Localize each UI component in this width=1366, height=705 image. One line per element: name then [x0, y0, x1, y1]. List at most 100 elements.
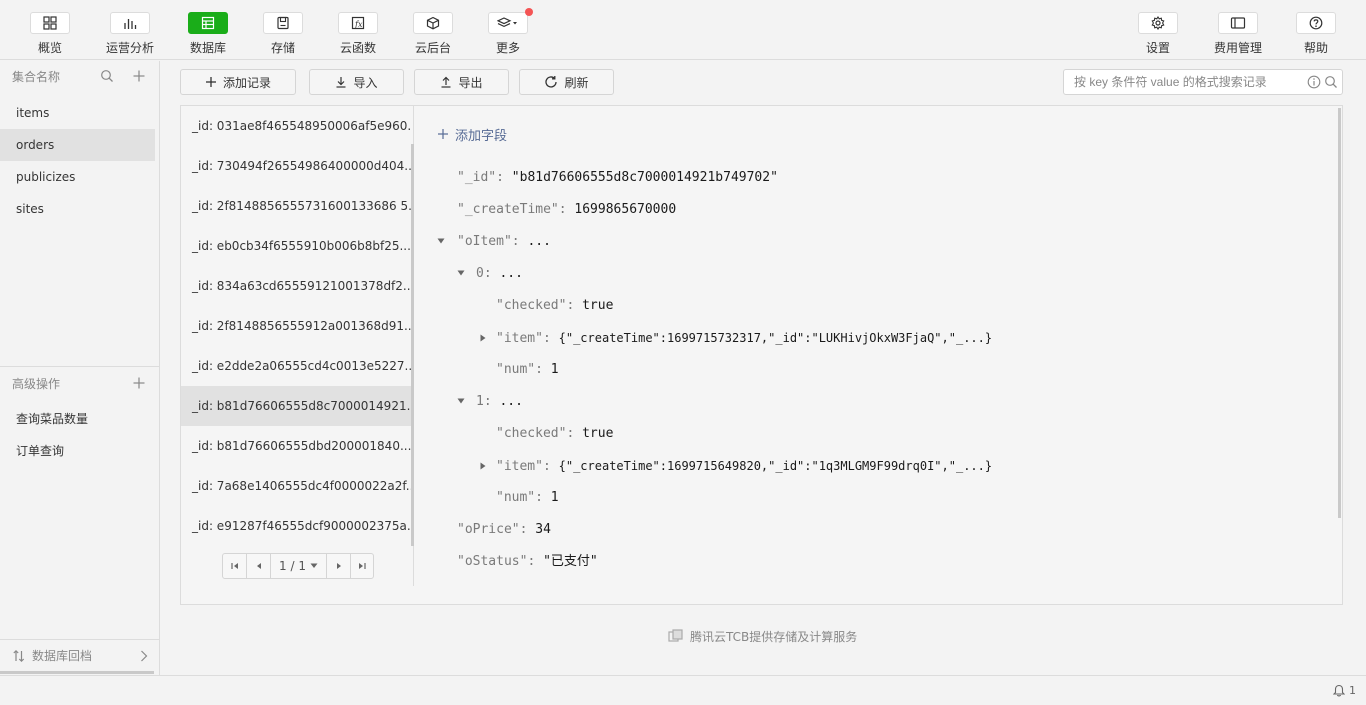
field-oitem[interactable]: "oItem": ... [457, 232, 551, 252]
record-row[interactable]: _id: 7a68e1406555dc4f0000022a2f... [181, 466, 411, 506]
export-button[interactable]: 导出 [414, 69, 509, 95]
field-key: "item": [496, 331, 551, 346]
collection-item-items[interactable]: items [0, 97, 155, 129]
prev-page-icon[interactable] [247, 554, 271, 578]
record-row-selected[interactable]: _id: b81d76606555d8c7000014921... [181, 386, 411, 426]
pagination: 1 / 1 [222, 553, 374, 579]
record-row[interactable]: _id: e2dde2a06555cd4c0013e5227... [181, 346, 411, 386]
add-field-button[interactable]: 添加字段 [437, 124, 507, 144]
record-search-input[interactable] [1064, 70, 1300, 94]
upload-icon [440, 76, 452, 88]
advanced-item-dish-count[interactable]: 查询菜品数量 [0, 403, 159, 435]
import-label: 导入 [353, 75, 378, 90]
analytics-icon [110, 12, 150, 34]
toolbar-overview-button[interactable]: 概览 [30, 0, 70, 60]
toolbar-label: 设置 [1145, 41, 1170, 55]
record-row[interactable]: _id: eb0cb34f6555910b006b8bf25... [181, 226, 411, 266]
field-key: "oStatus": [457, 554, 536, 569]
page-select[interactable]: 1 / 1 [271, 554, 327, 578]
chevron-down-icon [310, 563, 318, 568]
toolbar-billing-button[interactable]: 费用管理 [1212, 0, 1264, 60]
first-page-icon[interactable] [223, 554, 247, 578]
collapse-triangle-icon[interactable] [478, 461, 488, 471]
record-row[interactable]: _id: 031ae8f465548950006af5e960... [181, 106, 411, 146]
field-value: true [582, 426, 614, 441]
collection-item-publicizes[interactable]: publicizes [0, 161, 155, 193]
collection-item-sites[interactable]: sites [0, 193, 155, 225]
advanced-title: 高级操作 [12, 376, 61, 391]
record-row[interactable]: _id: e91287f46555dcf9000002375a... [181, 506, 411, 546]
expand-triangle-icon[interactable] [436, 236, 446, 246]
info-icon[interactable] [1307, 75, 1321, 89]
service-footer: 腾讯云TCB提供存储及计算服务 [668, 627, 857, 645]
field-value: ... [499, 266, 523, 281]
expand-triangle-icon[interactable] [456, 396, 466, 406]
toolbar-cloud-backend-button[interactable]: 云后台 [412, 0, 454, 60]
field-key: "num": [496, 490, 543, 505]
add-advanced-icon[interactable] [131, 375, 147, 391]
field-value: ... [527, 234, 551, 249]
field-num[interactable]: "num": 1 [496, 360, 559, 380]
collapse-triangle-icon[interactable] [478, 333, 488, 343]
refresh-label: 刷新 [564, 75, 589, 90]
expand-triangle-icon[interactable] [456, 268, 466, 278]
toolbar-database-button[interactable]: 数据库 [187, 0, 229, 60]
record-list: _id: 031ae8f465548950006af5e960... _id: … [181, 106, 414, 586]
field-ostatus[interactable]: "oStatus": "已支付" [457, 552, 598, 572]
toolbar-settings-button[interactable]: 设置 [1138, 0, 1178, 60]
record-row[interactable]: _id: 834a63cd65559121001378df2... [181, 266, 411, 306]
overview-icon [30, 12, 70, 34]
refresh-button[interactable]: 刷新 [519, 69, 614, 95]
layers-icon [488, 8, 533, 34]
field-value: "b81d76606555d8c7000014921b749702" [511, 170, 778, 185]
field-value: 1 [550, 362, 559, 377]
field-oitem-1[interactable]: 1: ... [476, 392, 523, 412]
toolbar-more-button[interactable]: 更多 [488, 0, 533, 60]
bell-icon [1333, 684, 1345, 697]
sort-icon [12, 649, 26, 663]
detail-scrollbar[interactable] [1338, 108, 1341, 518]
database-backup-link[interactable]: 数据库回档 [0, 639, 159, 671]
record-row[interactable]: _id: 2f8148856555912a001368d91... [181, 306, 411, 346]
import-button[interactable]: 导入 [309, 69, 404, 95]
field-oitem-0[interactable]: 0: ... [476, 264, 523, 284]
field-checked[interactable]: "checked": true [496, 424, 613, 444]
search-icon[interactable] [1324, 75, 1338, 89]
toolbar-function-button[interactable]: fx 云函数 [337, 0, 379, 60]
advanced-item-order-query[interactable]: 订单查询 [0, 435, 159, 467]
field-num[interactable]: "num": 1 [496, 488, 559, 508]
record-list-scrollbar[interactable] [411, 144, 414, 546]
plus-icon [205, 76, 217, 88]
last-page-icon[interactable] [351, 554, 373, 578]
refresh-icon [544, 75, 558, 89]
field-value: 1 [550, 490, 559, 505]
record-row[interactable]: _id: 730494f26554986400000d404... [181, 146, 411, 186]
field-oprice[interactable]: "oPrice": 34 [457, 520, 551, 540]
notification-indicator[interactable]: 1 [1333, 684, 1356, 697]
sidebar-scrollbar[interactable] [0, 671, 154, 674]
record-row[interactable]: _id: 2f8148856555731600133686 5... [181, 186, 411, 226]
collection-item-orders[interactable]: orders [0, 129, 155, 161]
notification-count: 1 [1349, 684, 1356, 697]
record-row[interactable]: _id: b81d76606555dbd200001840... [181, 426, 411, 466]
toolbar-label: 概览 [37, 41, 62, 55]
add-record-label: 添加记录 [222, 75, 271, 90]
toolbar-analytics-button[interactable]: 运营分析 [104, 0, 156, 60]
add-field-label: 添加字段 [455, 128, 508, 144]
advanced-section: 高级操作 查询菜品数量 订单查询 [0, 366, 159, 467]
add-collection-icon[interactable] [131, 68, 147, 84]
export-label: 导出 [458, 75, 483, 90]
search-icon[interactable] [99, 68, 115, 84]
toolbar-storage-button[interactable]: 存储 [262, 0, 304, 60]
next-page-icon[interactable] [327, 554, 351, 578]
field-id[interactable]: "_id": "b81d76606555d8c7000014921b749702… [457, 168, 778, 188]
field-item[interactable]: "item": {"_createTime":1699715649820,"_i… [496, 456, 992, 476]
field-item[interactable]: "item": {"_createTime":1699715732317,"_i… [496, 328, 992, 348]
toolbar-help-button[interactable]: 帮助 [1296, 0, 1336, 60]
collections-title: 集合名称 [12, 69, 61, 84]
field-createtime[interactable]: "_createTime": 1699865670000 [457, 200, 676, 220]
backup-label: 数据库回档 [32, 649, 93, 663]
add-record-button[interactable]: 添加记录 [180, 69, 296, 95]
field-checked[interactable]: "checked": true [496, 296, 613, 316]
field-value: {"_createTime":1699715649820,"_id":"1q3M… [558, 459, 993, 473]
